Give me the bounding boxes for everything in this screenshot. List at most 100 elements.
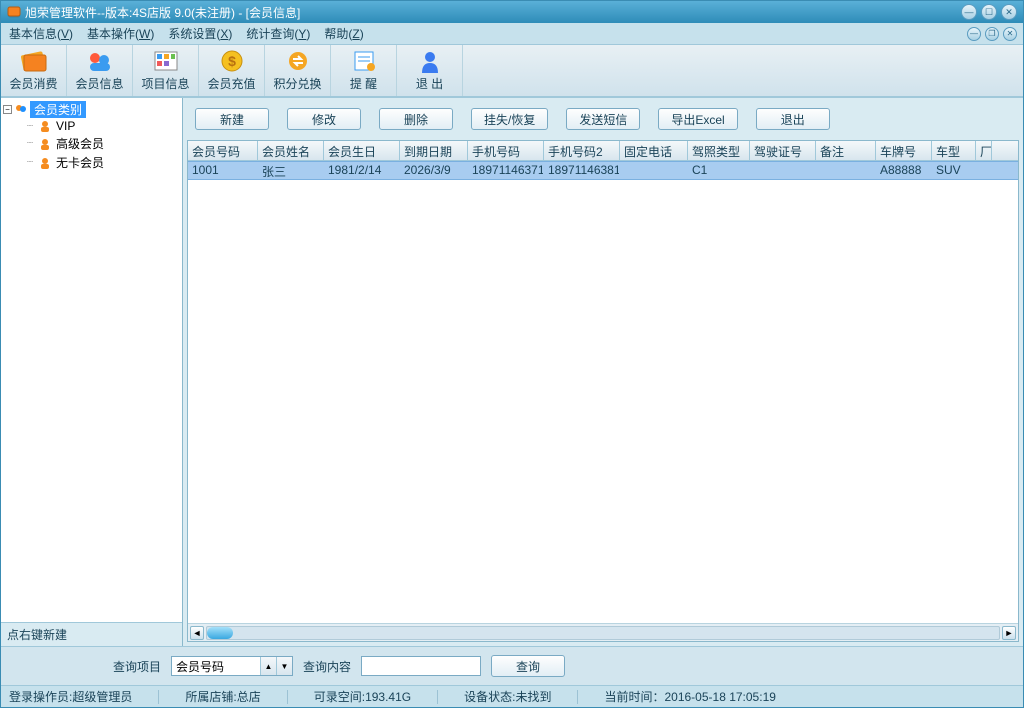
action-button[interactable]: 发送短信	[566, 108, 640, 130]
mdi-minimize-button[interactable]: —	[967, 27, 981, 41]
column-header[interactable]: 厂	[976, 141, 992, 160]
column-header[interactable]: 到期日期	[400, 141, 468, 160]
column-header[interactable]: 手机号码2	[544, 141, 620, 160]
column-header[interactable]: 驾驶证号	[750, 141, 816, 160]
table-cell	[816, 162, 876, 179]
combo-up-icon[interactable]: ▲	[260, 657, 276, 675]
action-button[interactable]: 修改	[287, 108, 361, 130]
column-header[interactable]: 车牌号	[876, 141, 932, 160]
action-button[interactable]: 导出Excel	[658, 108, 737, 130]
column-header[interactable]: 固定电话	[620, 141, 688, 160]
menu-Y[interactable]: 统计查询(Y)	[246, 25, 310, 42]
column-header[interactable]: 会员姓名	[258, 141, 324, 160]
toolbar-card-button[interactable]: 会员消费	[1, 45, 67, 96]
toolbar-label: 会员信息	[75, 75, 123, 92]
tree-item[interactable]: ┈无卡会员	[3, 153, 180, 172]
grid-header[interactable]: 会员号码会员姓名会员生日到期日期手机号码手机号码2固定电话驾照类型驾驶证号备注车…	[188, 141, 1018, 161]
table-cell	[750, 162, 816, 179]
search-project-combo[interactable]: ▲ ▼	[171, 656, 293, 676]
close-button[interactable]: ✕	[1001, 4, 1017, 20]
toolbar-note-button[interactable]: 提 醒	[331, 45, 397, 96]
column-header[interactable]: 会员生日	[324, 141, 400, 160]
grid-body[interactable]: 1001张三1981/2/142026/3/918971146371189711…	[188, 161, 1018, 623]
window-title: 旭荣管理软件--版本:4S店版 9.0(未注册) - [会员信息]	[25, 4, 300, 21]
mdi-close-button[interactable]: ✕	[1003, 27, 1017, 41]
menu-W[interactable]: 基本操作(W)	[87, 25, 154, 42]
search-bar: 查询项目 ▲ ▼ 查询内容 查询	[1, 646, 1023, 685]
column-header[interactable]: 会员号码	[188, 141, 258, 160]
menu-V[interactable]: 基本信息(V)	[9, 25, 73, 42]
table-cell: C1	[688, 162, 750, 179]
status-space-label: 可录空间:	[314, 690, 365, 704]
action-button[interactable]: 删除	[379, 108, 453, 130]
toolbar-grid-button[interactable]: 项目信息	[133, 45, 199, 96]
toolbar: 会员消费 会员信息项目信息 $ 会员充值 积分兑换 提 醒 退 出	[1, 45, 1023, 97]
scroll-track[interactable]	[206, 626, 1000, 640]
sidebar: − 会员类别 ┈VIP┈高级会员┈无卡会员 点右键新建	[1, 98, 183, 646]
table-cell: A88888	[876, 162, 932, 179]
status-time-value: 2016-05-18 17:05:19	[664, 690, 775, 704]
menu-X[interactable]: 系统设置(X)	[168, 25, 232, 42]
tree-item-label: VIP	[56, 119, 75, 133]
toolbar-coin-button[interactable]: $ 会员充值	[199, 45, 265, 96]
tree-item-label: 高级会员	[56, 135, 104, 152]
table-cell	[620, 162, 688, 179]
card-icon	[20, 49, 48, 73]
member-icon	[38, 156, 52, 170]
scroll-thumb[interactable]	[207, 627, 233, 639]
tree-item-label: 无卡会员	[56, 154, 104, 171]
toolbar-label: 积分兑换	[273, 75, 321, 92]
action-button[interactable]: 新建	[195, 108, 269, 130]
tree-item[interactable]: ┈高级会员	[3, 134, 180, 153]
horizontal-scrollbar[interactable]: ◄ ►	[188, 623, 1018, 641]
members-grid[interactable]: 会员号码会员姓名会员生日到期日期手机号码手机号码2固定电话驾照类型驾驶证号备注车…	[187, 140, 1019, 642]
toolbar-label: 提 醒	[350, 75, 377, 92]
toolbar-label: 退 出	[416, 75, 443, 92]
search-button[interactable]: 查询	[491, 655, 565, 677]
main-panel: 新建修改删除挂失/恢复发送短信导出Excel 退出 会员号码会员姓名会员生日到期日…	[183, 98, 1023, 646]
table-cell: 张三	[258, 162, 324, 179]
toolbar-swap-button[interactable]: 积分兑换	[265, 45, 331, 96]
combo-down-icon[interactable]: ▼	[276, 657, 292, 675]
column-header[interactable]: 手机号码	[468, 141, 544, 160]
toolbar-person-button[interactable]: 退 出	[397, 45, 463, 96]
table-cell: SUV	[932, 162, 976, 179]
tree-root[interactable]: − 会员类别	[3, 101, 180, 118]
titlebar[interactable]: 旭荣管理软件--版本:4S店版 9.0(未注册) - [会员信息] — ☐ ✕	[1, 1, 1023, 23]
minimize-button[interactable]: —	[961, 4, 977, 20]
scroll-right-button[interactable]: ►	[1002, 626, 1016, 640]
status-time-label: 当前时间：	[604, 690, 664, 704]
toolbar-label: 会员消费	[9, 75, 57, 92]
status-device-value: 未找到	[515, 690, 551, 704]
search-project-input[interactable]	[172, 657, 260, 675]
table-cell	[976, 162, 992, 179]
column-header[interactable]: 车型	[932, 141, 976, 160]
mdi-restore-button[interactable]: ❐	[985, 27, 999, 41]
scroll-left-button[interactable]: ◄	[190, 626, 204, 640]
folder-people-icon	[14, 103, 28, 117]
svg-text:$: $	[228, 53, 236, 69]
table-cell: 2026/3/9	[400, 162, 468, 179]
status-operator-value: 超级管理员	[72, 690, 132, 704]
toolbar-label: 会员充值	[207, 75, 255, 92]
search-content-input[interactable]	[361, 656, 481, 676]
action-button[interactable]: 退出	[756, 108, 830, 130]
statusbar: 登录操作员:超级管理员 所属店铺:总店 可录空间:193.41G 设备状态:未找…	[1, 685, 1023, 707]
category-tree[interactable]: − 会员类别 ┈VIP┈高级会员┈无卡会员	[1, 98, 182, 622]
grid-icon	[152, 49, 180, 73]
tree-item[interactable]: ┈VIP	[3, 118, 180, 134]
menu-Z[interactable]: 帮助(Z)	[324, 25, 363, 42]
status-operator-label: 登录操作员:	[9, 690, 72, 704]
table-row[interactable]: 1001张三1981/2/142026/3/918971146371189711…	[188, 161, 1018, 180]
expand-collapse-icon[interactable]: −	[3, 105, 12, 114]
status-device-label: 设备状态:	[464, 690, 515, 704]
swap-icon	[284, 49, 312, 73]
status-space-value: 193.41G	[365, 690, 411, 704]
maximize-button[interactable]: ☐	[981, 4, 997, 20]
search-content-label: 查询内容	[303, 658, 351, 675]
column-header[interactable]: 驾照类型	[688, 141, 750, 160]
toolbar-people-button[interactable]: 会员信息	[67, 45, 133, 96]
action-button[interactable]: 挂失/恢复	[471, 108, 548, 130]
column-header[interactable]: 备注	[816, 141, 876, 160]
member-icon	[38, 119, 52, 133]
